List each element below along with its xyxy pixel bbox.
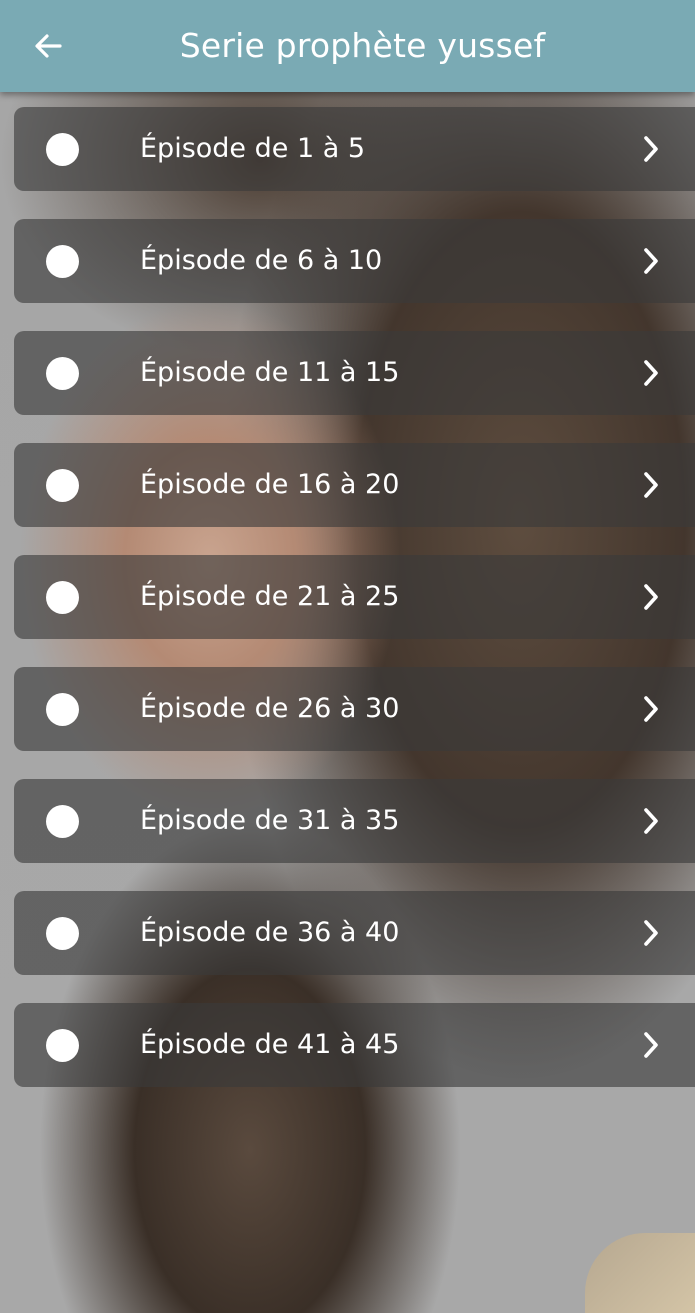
radio-icon[interactable] bbox=[46, 805, 79, 838]
radio-icon[interactable] bbox=[46, 357, 79, 390]
episode-item[interactable]: Épisode de 31 à 35 bbox=[14, 779, 695, 863]
chevron-right-icon bbox=[644, 360, 658, 386]
episode-label: Épisode de 26 à 30 bbox=[140, 693, 400, 724]
chevron-right-icon bbox=[644, 584, 658, 610]
episode-item[interactable]: Épisode de 16 à 20 bbox=[14, 443, 695, 527]
episode-item[interactable]: Épisode de 21 à 25 bbox=[14, 555, 695, 639]
episode-label: Épisode de 21 à 25 bbox=[140, 581, 400, 612]
episode-item[interactable]: Épisode de 6 à 10 bbox=[14, 219, 695, 303]
episode-label: Épisode de 31 à 35 bbox=[140, 805, 400, 836]
radio-icon[interactable] bbox=[46, 1029, 79, 1062]
episode-item[interactable]: Épisode de 36 à 40 bbox=[14, 891, 695, 975]
chevron-right-icon bbox=[644, 248, 658, 274]
episode-item[interactable]: Épisode de 41 à 45 bbox=[14, 1003, 695, 1087]
radio-icon[interactable] bbox=[46, 693, 79, 726]
episode-label: Épisode de 6 à 10 bbox=[140, 245, 383, 276]
episode-label: Épisode de 11 à 15 bbox=[140, 357, 400, 388]
episode-item[interactable]: Épisode de 1 à 5 bbox=[14, 107, 695, 191]
episode-label: Épisode de 16 à 20 bbox=[140, 469, 400, 500]
radio-icon[interactable] bbox=[46, 917, 79, 950]
radio-icon[interactable] bbox=[46, 469, 79, 502]
chevron-right-icon bbox=[644, 808, 658, 834]
app-bar: Serie prophète yussef bbox=[0, 0, 695, 92]
episode-label: Épisode de 36 à 40 bbox=[140, 917, 400, 948]
background-photo bbox=[0, 0, 695, 1313]
episode-label: Épisode de 1 à 5 bbox=[140, 133, 366, 164]
radio-icon[interactable] bbox=[46, 245, 79, 278]
episode-label: Épisode de 41 à 45 bbox=[140, 1029, 400, 1060]
chevron-right-icon bbox=[644, 136, 658, 162]
radio-icon[interactable] bbox=[46, 133, 79, 166]
episode-item[interactable]: Épisode de 11 à 15 bbox=[14, 331, 695, 415]
page-title: Serie prophète yussef bbox=[179, 26, 546, 65]
chevron-right-icon bbox=[644, 920, 658, 946]
episode-item[interactable]: Épisode de 26 à 30 bbox=[14, 667, 695, 751]
chevron-right-icon bbox=[644, 696, 658, 722]
chevron-right-icon bbox=[644, 1032, 658, 1058]
radio-icon[interactable] bbox=[46, 581, 79, 614]
chevron-right-icon bbox=[644, 472, 658, 498]
